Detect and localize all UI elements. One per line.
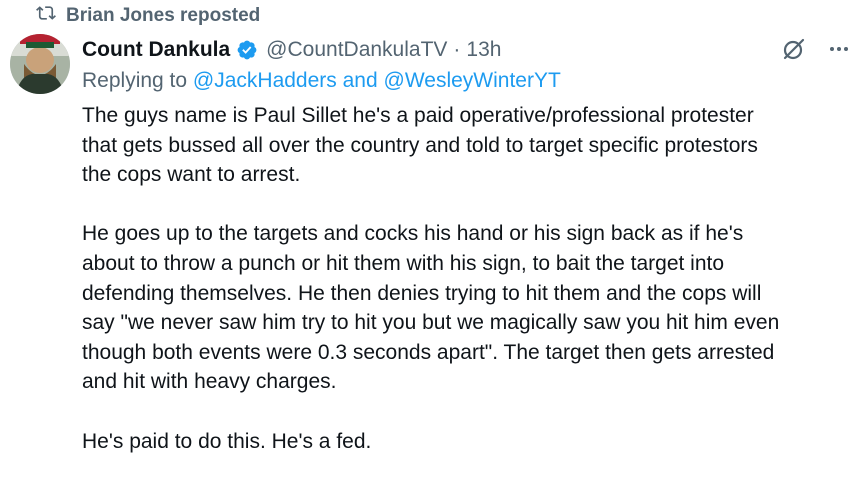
author-avatar[interactable] [10,34,70,94]
tweet-line: The guys name is Paul Sillet he's a paid… [82,104,754,127]
replying-to: Replying to @JackHadders and @WesleyWint… [82,69,561,93]
tweet-line: He's paid to do this. He's a fed. [82,429,372,453]
more-icon[interactable] [827,37,851,61]
tweet-line: defending themselves. He then denies try… [82,281,762,305]
tweet-line: that gets bussed all over the country an… [82,133,758,157]
replying-to-prefix: Replying to [82,69,193,92]
tweet-line: though both events were 0.3 seconds apar… [82,340,775,364]
tweet-time[interactable]: 13h [466,38,501,62]
tweet-text: The guys name is Paul Sillet he's a paid… [82,101,852,486]
reply-user-link-2[interactable]: @WesleyWinterYT [384,69,561,92]
repost-label: Brian Jones reposted [66,5,261,26]
reply-user-link-1[interactable]: @JackHadders [193,69,337,92]
tweet-line: He goes up to the targets and cocks his … [82,222,744,246]
repost-icon [36,3,56,29]
tweet-paragraph: He's paid to do this. He's a fed. [82,427,852,457]
tweet-line: about to throw a punch or hit them with … [82,251,725,275]
grok-icon[interactable] [781,36,807,62]
tweet-header: Count Dankula @CountDankulaTV · 13h [82,34,851,66]
separator-dot: · [453,38,461,61]
tweet-line: the cops want to arrest. [82,163,301,187]
tweet-paragraph: He goes up to the targets and cocks his … [82,219,852,397]
repost-indicator[interactable]: Brian Jones reposted [36,4,260,28]
reply-conjunction: and [336,69,384,92]
tweet-line: say "we never saw him try to hit you but… [82,311,780,335]
header-actions [781,36,851,62]
author-handle[interactable]: @CountDankulaTV [266,38,447,62]
verified-badge-icon[interactable] [236,39,258,61]
tweet-paragraph: The guys name is Paul Sillet he's a paid… [82,101,852,190]
author-name[interactable]: Count Dankula [82,38,230,62]
tweet-line: and hit with heavy charges. [82,370,337,394]
